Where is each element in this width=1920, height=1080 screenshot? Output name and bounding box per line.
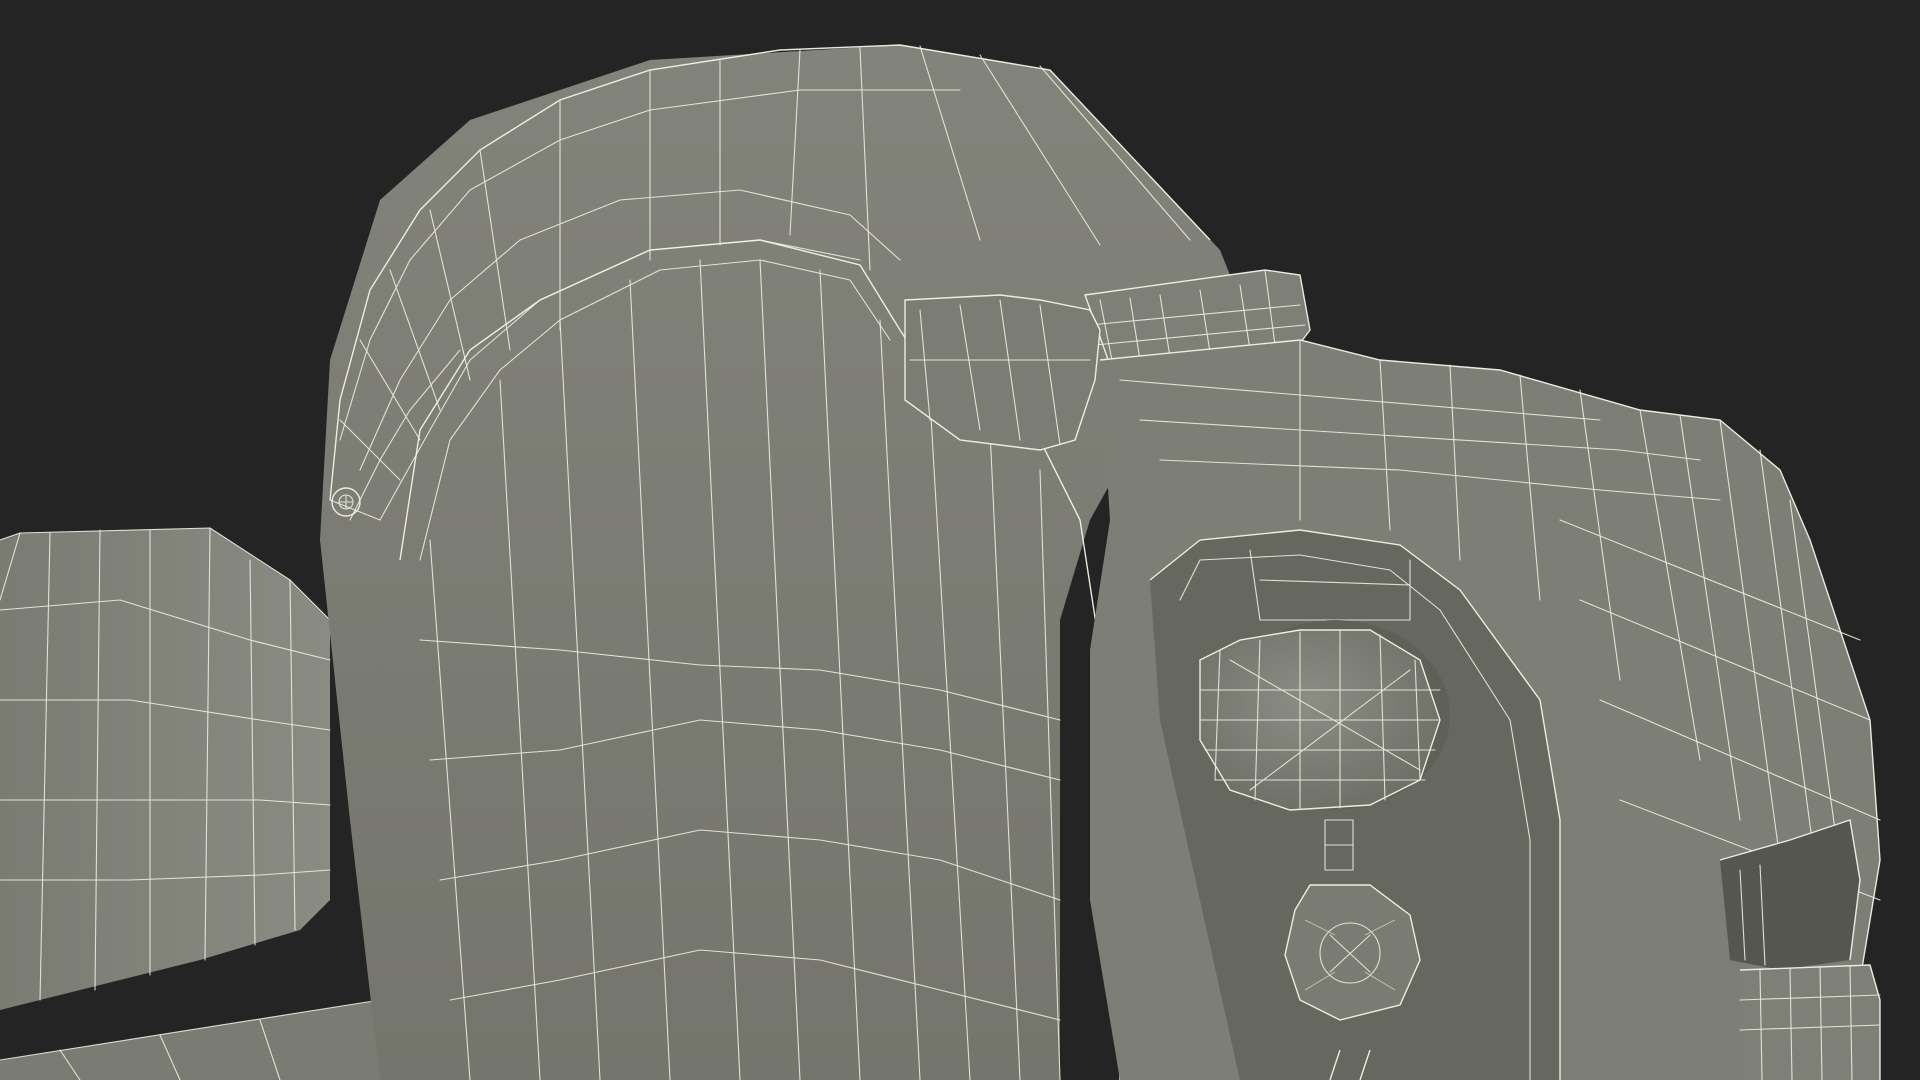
bottom-bracket — [1739, 964, 1881, 1080]
knob — [1199, 620, 1450, 811]
left-arm — [0, 527, 331, 1010]
lower-strip — [0, 999, 420, 1080]
wireframe-render — [0, 44, 1881, 1080]
render-viewport — [0, 0, 1920, 1080]
